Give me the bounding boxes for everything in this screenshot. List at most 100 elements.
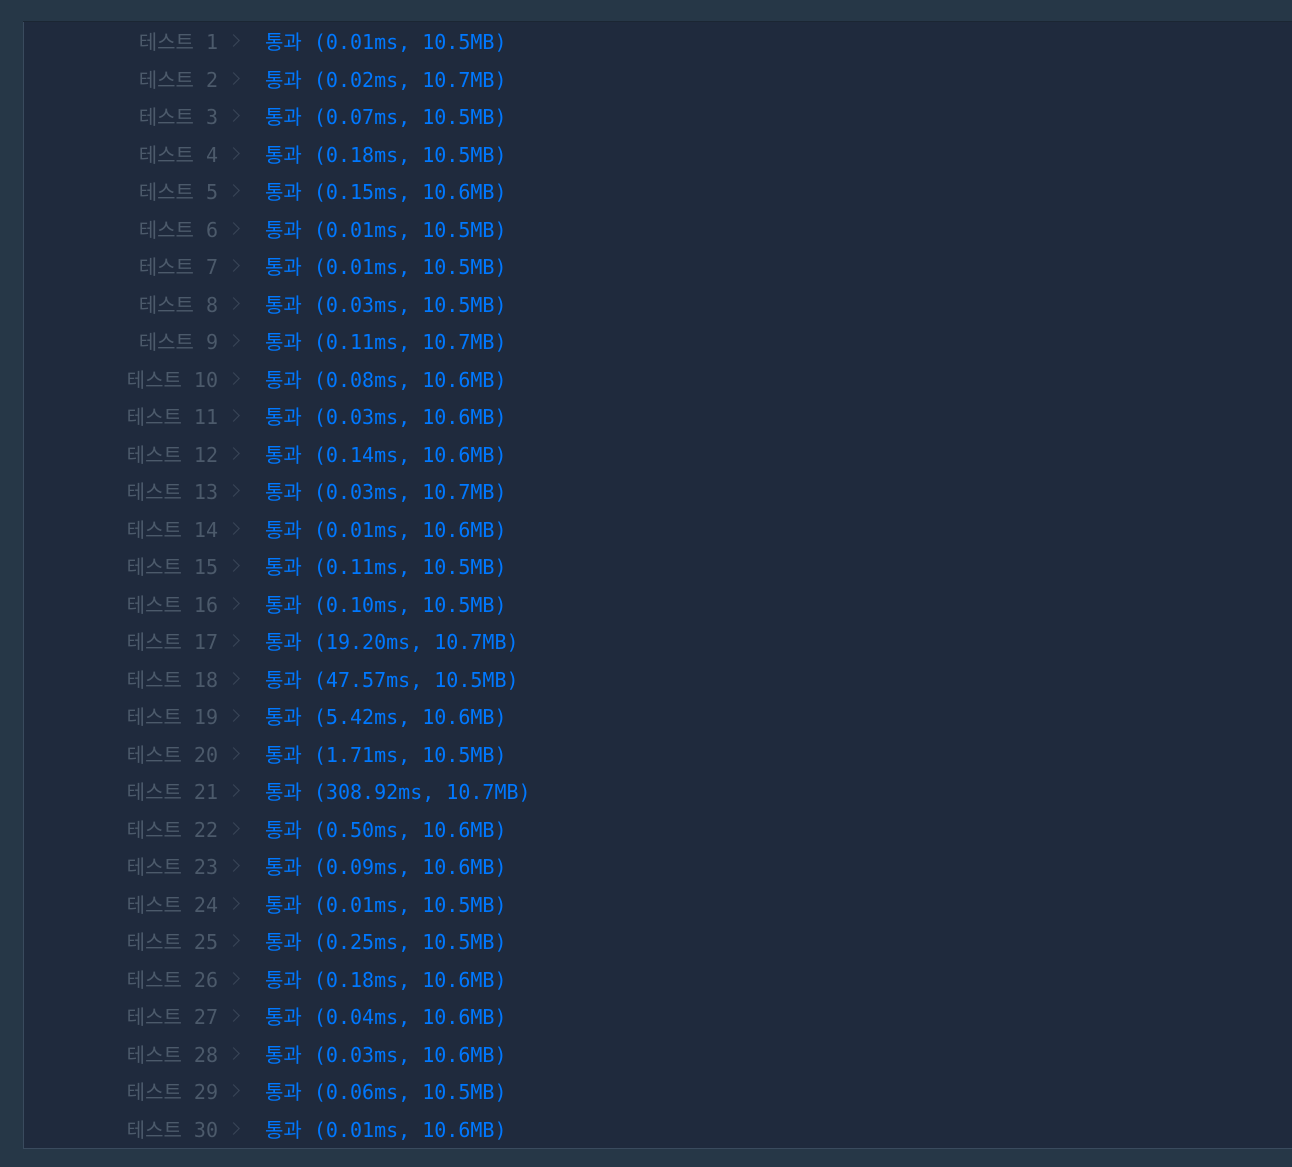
test-label: 테스트 8	[138, 292, 218, 317]
test-label-cell: 테스트 10	[104, 365, 218, 395]
test-status: 통과 (0.08ms, 10.6MB)	[265, 365, 507, 395]
test-label-cell: 테스트 6	[104, 215, 218, 245]
test-status: 통과 (0.15ms, 10.6MB)	[265, 177, 507, 207]
test-results-panel: 테스트 1 통과 (0.01ms, 10.5MB) 테스트 2 통과 (0.02ms,…	[23, 22, 1292, 1149]
test-result-row: 테스트 2 통과 (0.02ms, 10.7MB)	[24, 65, 1292, 95]
test-label-cell: 테스트 30	[104, 1115, 218, 1145]
test-label-cell: 테스트 11	[104, 402, 218, 432]
pass-label: 통과	[265, 480, 302, 504]
chevron-right-icon	[229, 327, 241, 357]
test-label: 테스트 5	[138, 180, 218, 204]
test-label: 테스트 13	[126, 480, 218, 504]
test-metrics: (0.03ms, 10.6MB)	[313, 405, 507, 429]
test-result-row: 테스트 9 통과 (0.11ms, 10.7MB)	[24, 327, 1292, 357]
test-metrics: (0.11ms, 10.7MB)	[313, 330, 507, 354]
test-label-cell: 테스트 5	[104, 177, 218, 207]
test-status: 통과 (0.06ms, 10.5MB)	[265, 1077, 507, 1107]
test-metrics: (0.03ms, 10.5MB)	[313, 292, 507, 317]
test-label: 테스트 19	[126, 705, 218, 729]
test-status: 통과 (0.04ms, 10.6MB)	[265, 1002, 507, 1032]
test-label-cell: 테스트 7	[104, 252, 218, 282]
bottom-bar	[0, 1150, 1292, 1167]
test-result-row: 테스트 20 통과 (1.71ms, 10.5MB)	[24, 740, 1292, 770]
test-metrics: (0.01ms, 10.5MB)	[313, 217, 507, 242]
chevron-right-icon	[229, 215, 241, 245]
test-status: 통과 (0.18ms, 10.6MB)	[265, 965, 507, 995]
test-result-row: 테스트 14 통과 (0.01ms, 10.6MB)	[24, 515, 1292, 545]
pass-label: 통과	[265, 517, 302, 542]
test-result-row: 테스트 26 통과 (0.18ms, 10.6MB)	[24, 965, 1292, 995]
test-status: 통과 (0.01ms, 10.5MB)	[265, 215, 507, 245]
test-label: 테스트 6	[138, 217, 218, 242]
pass-label: 통과	[265, 217, 302, 242]
chevron-right-icon	[229, 1002, 241, 1032]
test-label: 테스트 12	[126, 442, 218, 467]
pass-label: 통과	[265, 142, 302, 167]
pass-label: 통과	[265, 30, 302, 54]
test-label-cell: 테스트 14	[104, 515, 218, 545]
chevron-right-icon	[229, 1077, 241, 1107]
test-status: 통과 (0.50ms, 10.6MB)	[265, 815, 507, 845]
test-status: 통과 (0.14ms, 10.6MB)	[265, 440, 507, 470]
left-gutter	[0, 21, 23, 1167]
pass-label: 통과	[265, 817, 302, 842]
test-result-row: 테스트 4 통과 (0.18ms, 10.5MB)	[24, 140, 1292, 170]
chevron-right-icon	[229, 627, 241, 657]
chevron-right-icon	[229, 777, 241, 807]
pass-label: 통과	[265, 442, 302, 467]
test-metrics: (0.04ms, 10.6MB)	[313, 1005, 507, 1029]
test-metrics: (0.03ms, 10.7MB)	[313, 480, 507, 504]
test-label: 테스트 7	[138, 255, 218, 279]
chevron-right-icon	[229, 665, 241, 695]
test-status: 통과 (0.03ms, 10.6MB)	[265, 1040, 507, 1070]
test-metrics: (0.01ms, 10.5MB)	[313, 892, 507, 917]
pass-label: 통과	[265, 67, 302, 92]
chevron-right-icon	[229, 1040, 241, 1070]
chevron-right-icon	[229, 927, 241, 957]
pass-label: 통과	[265, 1080, 302, 1104]
test-status: 통과 (308.92ms, 10.7MB)	[265, 777, 531, 807]
test-result-row: 테스트 27 통과 (0.04ms, 10.6MB)	[24, 1002, 1292, 1032]
test-label-cell: 테스트 28	[104, 1040, 218, 1070]
test-status: 통과 (0.09ms, 10.6MB)	[265, 852, 507, 882]
pass-label: 통과	[265, 180, 302, 204]
test-status: 통과 (0.25ms, 10.5MB)	[265, 927, 507, 957]
test-status: 통과 (0.18ms, 10.5MB)	[265, 140, 507, 170]
test-result-row: 테스트 16 통과 (0.10ms, 10.5MB)	[24, 590, 1292, 620]
chevron-right-icon	[229, 590, 241, 620]
chevron-right-icon	[229, 477, 241, 507]
test-result-row: 테스트 3 통과 (0.07ms, 10.5MB)	[24, 102, 1292, 132]
test-label: 테스트 4	[138, 142, 218, 167]
chevron-right-icon	[229, 27, 241, 57]
chevron-right-icon	[229, 252, 241, 282]
chevron-right-icon	[229, 740, 241, 770]
test-label: 테스트 23	[126, 855, 218, 879]
test-label-cell: 테스트 15	[104, 552, 218, 582]
test-label: 테스트 17	[126, 630, 218, 654]
test-result-row: 테스트 22 통과 (0.50ms, 10.6MB)	[24, 815, 1292, 845]
test-result-row: 테스트 17 통과 (19.20ms, 10.7MB)	[24, 627, 1292, 657]
chevron-right-icon	[229, 177, 241, 207]
pass-label: 통과	[265, 330, 302, 354]
test-metrics: (0.01ms, 10.6MB)	[313, 517, 507, 542]
test-result-row: 테스트 11 통과 (0.03ms, 10.6MB)	[24, 402, 1292, 432]
test-metrics: (0.09ms, 10.6MB)	[313, 855, 507, 879]
test-label-cell: 테스트 2	[104, 65, 218, 95]
test-metrics: (0.50ms, 10.6MB)	[313, 817, 507, 842]
chevron-right-icon	[229, 515, 241, 545]
test-label-cell: 테스트 24	[104, 890, 218, 920]
pass-label: 통과	[265, 967, 302, 992]
test-result-row: 테스트 13 통과 (0.03ms, 10.7MB)	[24, 477, 1292, 507]
pass-label: 통과	[265, 1005, 302, 1029]
test-result-row: 테스트 30 통과 (0.01ms, 10.6MB)	[24, 1115, 1292, 1145]
test-result-row: 테스트 15 통과 (0.11ms, 10.5MB)	[24, 552, 1292, 582]
test-result-row: 테스트 12 통과 (0.14ms, 10.6MB)	[24, 440, 1292, 470]
pass-label: 통과	[265, 892, 302, 917]
chevron-right-icon	[229, 402, 241, 432]
test-label: 테스트 24	[126, 892, 218, 917]
test-label-cell: 테스트 25	[104, 927, 218, 957]
test-label-cell: 테스트 26	[104, 965, 218, 995]
chevron-right-icon	[229, 365, 241, 395]
test-metrics: (0.10ms, 10.5MB)	[313, 592, 507, 617]
pass-label: 통과	[265, 367, 302, 392]
